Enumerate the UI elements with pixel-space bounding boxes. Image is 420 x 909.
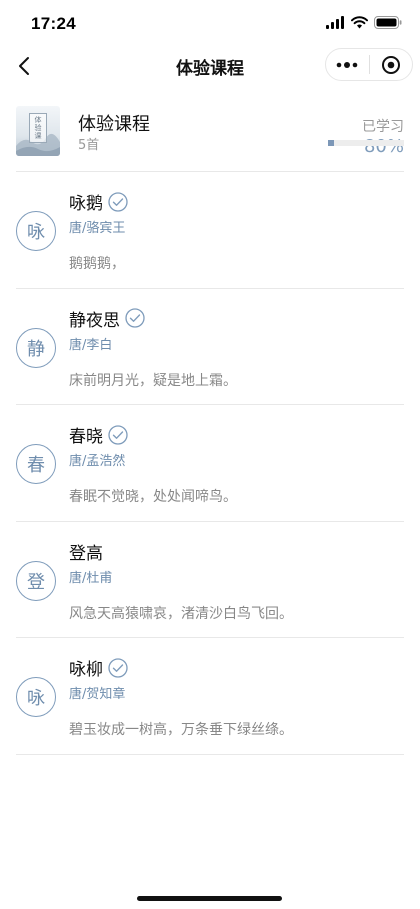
battery-icon [374,16,402,29]
poem-item[interactable]: 登 登高 唐/杜甫 风急天高猿啸哀，渚清沙白鸟飞回。 [0,522,420,638]
target-close-icon [381,55,400,74]
course-title: 体验课程 [78,114,150,135]
poem-first-line: 鹅鹅鹅， [69,256,125,272]
progress-label: 已学习 [362,119,404,135]
item-divider [16,753,404,755]
poem-author: 唐/孟浩然 [69,454,126,469]
poem-title-row: 登高 [69,539,103,564]
course-count: 5首 [78,138,100,153]
progress-bar-fill [328,140,335,146]
cover-text: 体验课 [34,116,42,140]
poem-avatar: 登 [16,560,56,601]
poem-first-line: 春眠不觉晓，处处闻啼鸟。 [69,489,237,505]
learning-progress: 已学习80% [328,116,404,157]
poem-title: 静夜思 [69,310,120,331]
status-icons [326,16,402,29]
poem-author: 唐/贺知章 [69,687,126,702]
poem-title: 咏柳 [69,660,103,680]
home-indicator [137,896,282,901]
poem-list: 咏 咏鹅 唐/骆宾王 鹅鹅鹅， 静 静夜思 唐/李白 床前明月光，疑是地上霜。 … [0,172,420,755]
poem-avatar: 春 [16,444,56,484]
miniprogram-capsule [325,48,413,81]
poem-author: 唐/杜甫 [69,570,113,586]
poem-item[interactable]: 春 春晓 唐/孟浩然 春眠不觉晓，处处闻啼鸟。 [0,405,420,522]
course-header: 体验课 体验课程 5首 已学习80% [16,100,404,170]
poem-avatar: 咏 [16,677,56,717]
poem-first-line: 床前明月光，疑是地上霜。 [69,372,237,389]
poem-avatar: 咏 [16,211,56,251]
poem-title-row: 春晓 [69,422,128,447]
progress-bar [328,140,404,146]
poem-avatar: 静 [16,327,56,368]
more-dots-icon [336,61,358,68]
poem-first-line: 风急天高猿啸哀，渚清沙白鸟飞回。 [69,605,293,622]
wifi-icon [351,16,368,29]
poem-title-row: 咏柳 [69,655,128,680]
signal-icon [326,16,344,29]
completed-check-icon [108,424,128,445]
poem-item[interactable]: 咏 咏柳 唐/贺知章 碧玉妆成一树高，万条垂下绿丝绦。 [0,638,420,755]
cover-label: 体验课 [29,113,47,143]
completed-check-icon [108,657,128,678]
status-bar: 17:24 [0,0,420,48]
more-button[interactable] [326,49,369,80]
status-time: 17:24 [31,14,76,33]
poem-title: 登高 [69,543,103,564]
poem-title: 春晓 [69,427,103,447]
poem-title-row: 静夜思 [69,306,145,331]
poem-title: 咏鹅 [69,194,103,214]
completed-check-icon [108,191,128,212]
course-cover-image: 体验课 [16,106,60,156]
poem-first-line: 碧玉妆成一树高，万条垂下绿丝绦。 [69,722,293,738]
poem-title-row: 咏鹅 [69,189,128,214]
close-miniprogram-button[interactable] [369,49,412,80]
poem-author: 唐/骆宾王 [69,221,126,236]
nav-bar: 体验课程 [0,46,420,86]
poem-item[interactable]: 咏 咏鹅 唐/骆宾王 鹅鹅鹅， [0,172,420,289]
poem-author: 唐/李白 [69,337,113,353]
completed-check-icon [125,308,145,328]
poem-item[interactable]: 静 静夜思 唐/李白 床前明月光，疑是地上霜。 [0,289,420,405]
